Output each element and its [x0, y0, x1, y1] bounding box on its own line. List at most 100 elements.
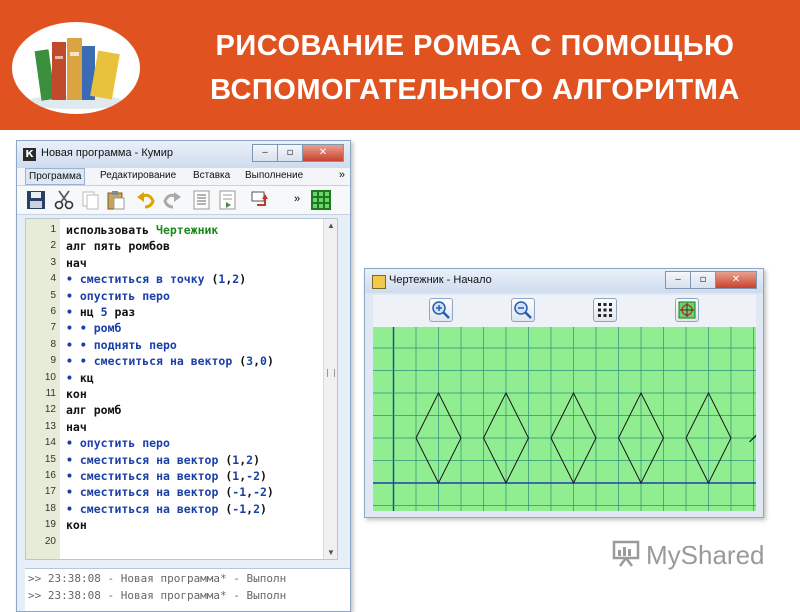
unindent-icon[interactable] — [217, 189, 239, 211]
drawer-titlebar[interactable]: Чертежник - Начало ‒ ▫ ✕ — [365, 269, 763, 293]
code-line: 9 • • сместиться на вектор (3,0) — [26, 353, 326, 369]
line-number: 18 — [44, 502, 56, 514]
menu-edit[interactable]: Редактирование — [100, 170, 176, 181]
code-line: 6 • нц 5 раз — [26, 304, 326, 320]
line-number: 1 — [50, 224, 56, 235]
code-text: • кц — [66, 370, 94, 385]
code-text: • сместиться в точку (1,2) — [66, 272, 247, 287]
line-number: 10 — [44, 371, 56, 383]
kumir-app-icon: К — [23, 148, 36, 161]
zoom-in-icon[interactable] — [429, 298, 453, 322]
log-line: >> 23:38:08 - Новая программа* - Выполн — [28, 589, 287, 602]
drawing-surface — [373, 327, 756, 511]
code-line: 19 кон — [26, 517, 326, 533]
code-line: 17 • сместиться на вектор (-1,-2) — [26, 484, 326, 500]
code-text: • нц 5 раз — [66, 305, 136, 319]
code-line: 11 кон — [26, 386, 326, 402]
code-line: 10 • кц — [26, 370, 326, 386]
grid-icon[interactable] — [593, 298, 617, 322]
code-line: 5 • опустить перо — [26, 288, 326, 304]
close-icon[interactable]: ✕ — [302, 144, 344, 162]
line-number: 3 — [50, 256, 56, 268]
slide-header-banner: РИСОВАНИЕ РОМБА С ПОМОЩЬЮ ВСПОМОГАТЕЛЬНО… — [0, 0, 800, 130]
line-number: 12 — [44, 404, 56, 416]
menu-more-icon[interactable]: » — [339, 169, 345, 181]
watermark-text: MyShared — [646, 540, 765, 570]
undo-icon[interactable] — [135, 189, 157, 211]
line-number: 7 — [50, 322, 56, 334]
drawer-window-controls: ‒ ▫ ✕ — [665, 271, 757, 289]
code-text: • опустить перо — [66, 288, 170, 303]
line-number: 6 — [50, 306, 56, 317]
drawer-window-title: Чертежник - Начало — [389, 274, 492, 286]
drawer-window: Чертежник - Начало ‒ ▫ ✕ — [364, 268, 764, 518]
slide-title-line1: РИСОВАНИЕ РОМБА С ПОМОЩЬЮ — [215, 30, 735, 62]
code-text: • • поднять перо — [66, 337, 177, 352]
code-line: 18 • сместиться на вектор (-1,2) — [26, 501, 326, 517]
code-text: использовать Чертежник — [66, 223, 219, 237]
line-number: 11 — [45, 388, 56, 399]
line-number: 15 — [44, 453, 56, 465]
redo-icon[interactable] — [161, 189, 183, 211]
maximize-icon[interactable]: ▫ — [277, 144, 303, 162]
code-editor[interactable]: 1 использовать Чертежник 2 алг пять ромбов 3… — [25, 218, 338, 560]
code-line: 20 — [26, 534, 326, 550]
menu-program[interactable]: Программа — [25, 168, 86, 185]
copy-icon[interactable] — [79, 189, 101, 211]
zoom-out-icon[interactable] — [511, 298, 535, 322]
code-text: алг ромб — [66, 403, 122, 418]
code-text: кон — [66, 387, 87, 401]
line-number: 17 — [44, 486, 56, 498]
indent-icon[interactable] — [191, 189, 213, 211]
code-text: • • сместиться на вектор (3,0) — [66, 354, 274, 369]
myshared-logo-icon — [612, 540, 640, 567]
minimize-icon[interactable]: ‒ — [252, 144, 278, 162]
drawer-app-icon — [372, 275, 386, 289]
line-number: 14 — [44, 437, 56, 449]
line-number: 20 — [44, 535, 56, 547]
line-number: 4 — [50, 273, 56, 285]
maximize-icon[interactable]: ▫ — [690, 271, 716, 289]
code-text: • • ромб — [66, 321, 122, 336]
drawing-canvas[interactable] — [373, 327, 756, 511]
code-line: 3 нач — [26, 255, 326, 271]
toolbar-more-icon[interactable]: » — [294, 193, 300, 205]
fit-icon[interactable] — [675, 298, 699, 322]
close-icon[interactable]: ✕ — [715, 271, 757, 289]
editor-menubar: Программа Редактирование Вставка Выполне… — [17, 168, 350, 186]
code-text: нач — [66, 255, 87, 270]
code-text: • сместиться на вектор (1,-2) — [66, 469, 267, 483]
editor-titlebar[interactable]: К Новая программа - Кумир ‒ ▫ ✕ — [17, 141, 350, 168]
code-text: нач — [66, 419, 87, 434]
code-line: 8 • • поднять перо — [26, 337, 326, 353]
line-number: 16 — [44, 470, 56, 481]
code-text: • сместиться на вектор (-1,-2) — [66, 485, 274, 500]
slide-title: РИСОВАНИЕ РОМБА С ПОМОЩЬЮ ВСПОМОГАТЕЛЬНО… — [160, 24, 790, 112]
code-text: • опустить перо — [66, 436, 170, 451]
editor-window-controls: ‒ ▫ ✕ — [252, 144, 344, 162]
code-line: 14 • опустить перо — [26, 435, 326, 451]
code-line: 2 алг пять ромбов — [26, 238, 326, 254]
paste-icon[interactable] — [105, 189, 127, 211]
code-text: кон — [66, 518, 87, 533]
code-line: 16 • сместиться на вектор (1,-2) — [26, 468, 326, 484]
line-number: 8 — [50, 338, 56, 350]
pen-cursor-icon — [749, 434, 756, 443]
code-line: 15 • сместиться на вектор (1,2) — [26, 452, 326, 468]
line-number: 13 — [44, 420, 56, 432]
insert-icon[interactable] — [249, 189, 271, 211]
editor-window-title: Новая программа - Кумир — [41, 147, 173, 159]
grid-icon[interactable] — [310, 189, 332, 211]
drawer-toolbar — [373, 295, 756, 327]
editor-window: К Новая программа - Кумир ‒ ▫ ✕ Программ… — [16, 140, 351, 612]
cut-icon[interactable] — [53, 189, 75, 211]
minimize-icon[interactable]: ‒ — [665, 271, 691, 289]
line-number: 19 — [44, 519, 56, 531]
output-log: >> 23:38:08 - Новая программа* - Выполн … — [25, 568, 350, 611]
menu-run[interactable]: Выполнение — [245, 170, 303, 181]
menu-insert[interactable]: Вставка — [193, 170, 230, 181]
save-icon[interactable] — [25, 189, 47, 211]
code-text: алг пять ромбов — [66, 239, 170, 254]
slide-title-line2: ВСПОМОГАТЕЛЬНОГО АЛГОРИТМА — [210, 74, 740, 106]
vertical-scrollbar[interactable]: ▲ ▼ — [323, 219, 337, 559]
